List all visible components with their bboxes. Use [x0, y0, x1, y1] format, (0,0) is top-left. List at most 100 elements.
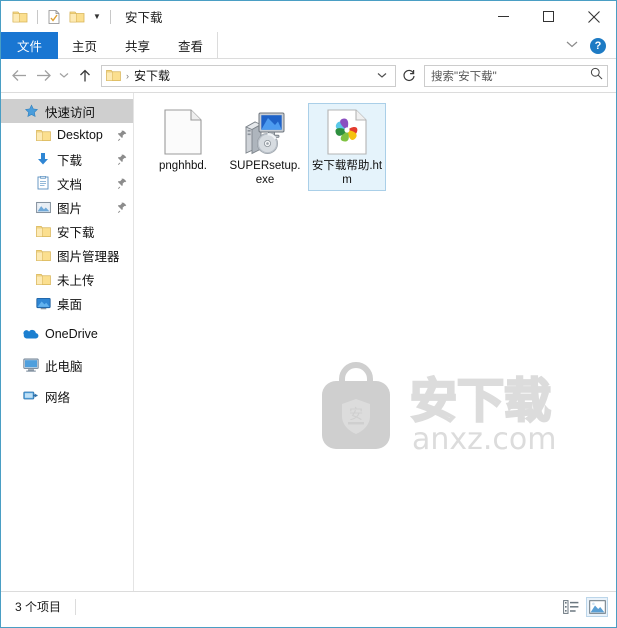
- address-bar: › 安下载 搜索"安下载": [1, 59, 616, 93]
- properties-icon[interactable]: [43, 6, 65, 28]
- refresh-button[interactable]: [398, 65, 420, 87]
- view-mode-buttons: [560, 592, 608, 622]
- tab-home[interactable]: 主页: [58, 32, 111, 59]
- forward-button[interactable]: [31, 64, 55, 88]
- breadcrumb-separator[interactable]: ›: [126, 71, 129, 81]
- sidebar-item-label: 未上传: [57, 273, 95, 288]
- chevron-down-icon[interactable]: ▼: [89, 6, 105, 28]
- sidebar-item-this-pc[interactable]: 此电脑: [1, 353, 133, 377]
- onedrive-icon: [23, 326, 39, 342]
- sidebar-item-network[interactable]: 网络: [1, 384, 133, 408]
- blank-document-icon: [159, 108, 207, 156]
- html-pinwheel-icon: [323, 108, 371, 156]
- setup-exe-icon: [241, 108, 289, 156]
- pictures-icon: [35, 199, 51, 215]
- sidebar-item-anxiazai[interactable]: 安下载: [1, 219, 133, 243]
- ribbon-tabs: 文件 主页 共享 查看 ?: [1, 32, 616, 59]
- pin-icon[interactable]: [117, 178, 127, 189]
- sidebar-item-label: Desktop: [57, 128, 103, 142]
- pin-icon[interactable]: [117, 130, 127, 141]
- qat-separator-2: [110, 9, 111, 24]
- sidebar-item-desktop-en[interactable]: Desktop: [1, 123, 133, 147]
- this-pc-icon: [23, 357, 39, 373]
- documents-icon: [35, 175, 51, 191]
- file-item-label: pnghhbd.: [159, 160, 207, 172]
- breadcrumb-folder-icon: [106, 69, 121, 82]
- sidebar-item-quick-access[interactable]: 快速访问: [1, 99, 133, 123]
- file-item-supersetup[interactable]: SUPERsetup.exe: [226, 103, 304, 191]
- new-folder-icon[interactable]: [66, 6, 88, 28]
- folder-icon: [35, 127, 51, 143]
- sidebar-item-label: 此电脑: [45, 359, 83, 374]
- sidebar-gap-2: [1, 346, 133, 353]
- file-item-label: SUPERsetup.exe: [229, 160, 301, 186]
- sidebar-item-picture-manager[interactable]: 图片管理器: [1, 243, 133, 267]
- help-icon[interactable]: ?: [590, 37, 606, 54]
- up-button[interactable]: [73, 64, 97, 88]
- window-title: 安下载: [125, 11, 163, 25]
- ribbon-collapse-chevron-icon[interactable]: [562, 40, 582, 51]
- sidebar-item-onedrive[interactable]: OneDrive: [1, 322, 133, 346]
- folder-icon: [35, 271, 51, 287]
- search-icon[interactable]: [590, 67, 603, 85]
- sidebar-item-downloads[interactable]: 下载: [1, 147, 133, 171]
- pin-icon[interactable]: [117, 202, 127, 213]
- back-button[interactable]: [7, 64, 31, 88]
- qat-separator-1: [37, 9, 38, 24]
- sidebar-item-label: 网络: [45, 390, 71, 405]
- status-separator: [75, 598, 77, 615]
- details-view-button[interactable]: [560, 597, 582, 617]
- status-bar: 3 个项目: [1, 591, 616, 621]
- ribbon-right-controls: ?: [562, 32, 610, 59]
- sidebar-item-documents[interactable]: 文档: [1, 171, 133, 195]
- sidebar-item-label: 安下载: [57, 225, 95, 240]
- help-label: ?: [594, 39, 602, 52]
- file-item-anxiazai-help-htm[interactable]: 安下载帮助.htm: [308, 103, 386, 191]
- minimize-button[interactable]: [481, 1, 526, 32]
- breadcrumb-current-folder[interactable]: 安下载: [134, 67, 170, 84]
- tab-view-label: 查看: [178, 40, 204, 54]
- sidebar-item-not-uploaded[interactable]: 未上传: [1, 267, 133, 291]
- sidebar-item-desktop-cn[interactable]: 桌面: [1, 291, 133, 315]
- sidebar-item-label: 图片: [57, 201, 83, 216]
- file-list-view[interactable]: pnghhbd. SUPERsetup.exe 安下载帮助.htm 安 安下载 …: [134, 93, 616, 591]
- quick-access-toolbar: ▼: [9, 1, 116, 32]
- window-controls: [481, 1, 616, 32]
- tab-share[interactable]: 共享: [111, 32, 164, 59]
- recent-locations-button[interactable]: [55, 64, 73, 88]
- watermark: 安 安下载 anxz.com: [302, 355, 602, 465]
- tab-share-label: 共享: [125, 40, 151, 54]
- search-box[interactable]: 搜索"安下载": [424, 64, 608, 87]
- explorer-body: 快速访问 Desktop 下载 文档 图片 安下载 图片管理器 未上传 桌面 O…: [1, 93, 616, 591]
- maximize-button[interactable]: [526, 1, 571, 32]
- file-item-pnghhbd[interactable]: pnghhbd.: [144, 103, 222, 191]
- watermark-brand-text: 安下载: [410, 374, 551, 429]
- pin-icon[interactable]: [117, 154, 127, 165]
- tab-view[interactable]: 查看: [164, 32, 219, 59]
- sidebar-gap-3: [1, 377, 133, 384]
- folder-icon[interactable]: [9, 6, 31, 28]
- navigation-pane: 快速访问 Desktop 下载 文档 图片 安下载 图片管理器 未上传 桌面 O…: [1, 93, 134, 591]
- folder-icon: [35, 247, 51, 263]
- star-pin-icon: [23, 103, 39, 119]
- sidebar-item-label: 下载: [57, 153, 83, 168]
- file-item-label: 安下载帮助.htm: [311, 160, 383, 186]
- breadcrumb[interactable]: › 安下载: [101, 64, 396, 87]
- close-button[interactable]: [571, 1, 616, 32]
- item-count-label: 3 个项目: [15, 600, 62, 614]
- tab-file[interactable]: 文件: [1, 32, 59, 59]
- tab-file-label: 文件: [17, 40, 43, 54]
- downloads-icon: [35, 151, 51, 167]
- search-input[interactable]: 搜索"安下载": [431, 68, 590, 84]
- sidebar-item-label: 文档: [57, 177, 83, 192]
- large-icons-view-button[interactable]: [586, 597, 608, 617]
- watermark-domain-text: anxz.com: [412, 422, 557, 457]
- svg-text:安: 安: [349, 407, 363, 423]
- sidebar-item-pictures[interactable]: 图片: [1, 195, 133, 219]
- title-bar: ▼ 安下载: [1, 1, 616, 32]
- breadcrumb-dropdown-chevron-icon[interactable]: [371, 71, 393, 81]
- network-icon: [23, 388, 39, 404]
- sidebar-item-label: OneDrive: [45, 327, 98, 341]
- sidebar-gap-1: [1, 315, 133, 322]
- tab-home-label: 主页: [72, 40, 98, 54]
